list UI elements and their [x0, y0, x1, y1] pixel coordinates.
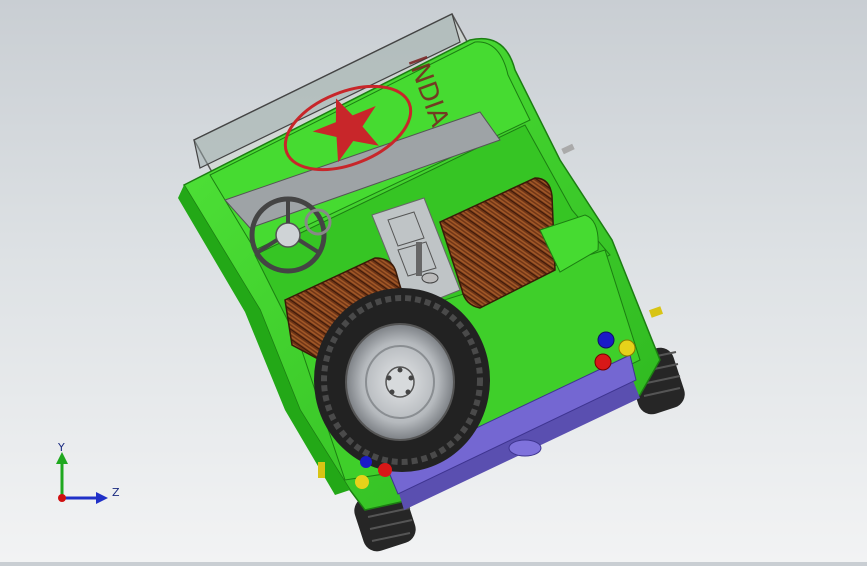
- graphics-viewport[interactable]: INDIA: [0, 0, 867, 562]
- coordinate-triad: Y Z: [48, 440, 128, 510]
- side-pin: [561, 143, 575, 155]
- side-pin: [648, 306, 664, 318]
- coordinate-triad-icon: Y Z: [56, 441, 120, 504]
- y-axis-label: Y: [57, 441, 65, 454]
- spare-tire: [314, 288, 490, 472]
- z-axis-label: Z: [112, 486, 120, 499]
- jeep-model-render: INDIA: [178, 13, 685, 552]
